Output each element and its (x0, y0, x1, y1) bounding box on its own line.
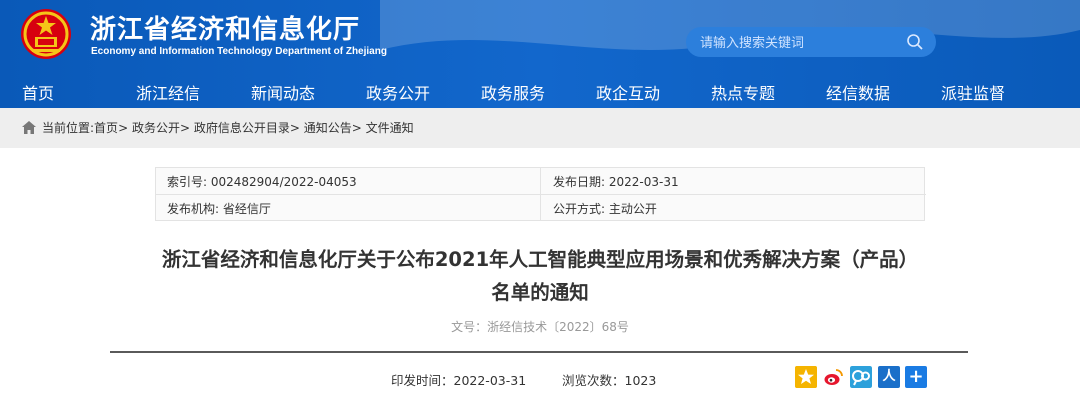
site-header: 浙江省经济和信息化厅 Economy and Information Techn… (0, 0, 1080, 108)
breadcrumb-separator: > (289, 121, 300, 135)
nav-item-government-affairs[interactable]: 政务公开 (366, 80, 430, 104)
home-icon (22, 121, 36, 134)
search-input[interactable] (698, 31, 892, 55)
main-nav: 首页 浙江经信 新闻动态 政务公开 政务服务 政企互动 热点专题 经信数据 派驻… (0, 75, 1080, 108)
breadcrumb: 当前位置:首页> 政务公开> 政府信息公开目录> 通知公告> 文件通知 (42, 119, 414, 136)
meta-publish-date: 发布日期: 2022-03-31 (553, 175, 679, 189)
meta-row: 索引号: 002482904/2022-04053 发布日期: 2022-03-… (156, 168, 926, 195)
breadcrumb-item-home[interactable]: 首页 (94, 121, 118, 135)
view-count: 浏览次数：1023 (562, 373, 657, 388)
breadcrumb-separator: > (351, 121, 362, 135)
breadcrumb-separator: > (118, 121, 129, 135)
national-emblem-icon (21, 9, 71, 59)
nav-item-hot-topics[interactable]: 热点专题 (711, 80, 775, 104)
document-title-line-2: 名单的通知 (491, 281, 589, 304)
nav-item-data[interactable]: 经信数据 (826, 80, 890, 104)
document-title-line-1: 浙江省经济和信息化厅关于公布2021年人工智能典型应用场景和优秀解决方案（产品） (161, 248, 919, 271)
meta-disclosure-method: 公开方式: 主动公开 (553, 202, 657, 216)
breadcrumb-prefix: 当前位置: (42, 121, 95, 135)
renren-icon[interactable]: 人 (878, 366, 900, 388)
divider (110, 351, 968, 353)
document-title: 浙江省经济和信息化厅关于公布2021年人工智能典型应用场景和优秀解决方案（产品）… (100, 243, 980, 309)
site-title[interactable]: 浙江省经济和信息化厅 (90, 9, 360, 46)
site-title-english: Economy and Information Technology Depar… (91, 46, 387, 57)
document-meta-table: 索引号: 002482904/2022-04053 发布日期: 2022-03-… (155, 167, 926, 221)
search-icon[interactable] (906, 33, 924, 51)
meta-row: 发布机构: 省经信厅 公开方式: 主动公开 (156, 195, 926, 221)
search-box (686, 27, 936, 57)
meta-index-number: 索引号: 002482904/2022-04053 (167, 175, 357, 189)
nav-item-supervision[interactable]: 派驻监督 (941, 80, 1005, 104)
print-time: 印发时间：2022-03-31 (391, 373, 527, 388)
more-share-icon[interactable]: + (905, 366, 927, 388)
document-number: 文号：浙经信技术〔2022〕68号 (451, 320, 629, 334)
breadcrumb-item-catalog[interactable]: 政府信息公开目录 (194, 121, 290, 135)
nav-item-zhejiang-jingxin[interactable]: 浙江经信 (136, 80, 200, 104)
weibo-icon[interactable] (822, 366, 844, 388)
breadcrumb-item-file-notices[interactable]: 文件通知 (366, 121, 414, 135)
tencent-weibo-icon[interactable] (850, 366, 872, 388)
meta-divider (540, 168, 541, 220)
breadcrumb-bar: 当前位置:首页> 政务公开> 政府信息公开目录> 通知公告> 文件通知 (0, 108, 1080, 148)
breadcrumb-item-government-affairs[interactable]: 政务公开 (132, 121, 180, 135)
nav-item-home[interactable]: 首页 (22, 80, 54, 104)
nav-item-government-services[interactable]: 政务服务 (481, 80, 545, 104)
nav-item-news[interactable]: 新闻动态 (251, 80, 315, 104)
nav-item-interaction[interactable]: 政企互动 (596, 80, 660, 104)
breadcrumb-separator: > (179, 121, 191, 135)
qzone-icon[interactable] (795, 366, 817, 388)
meta-issuer: 发布机构: 省经信厅 (167, 202, 271, 216)
breadcrumb-item-notices[interactable]: 通知公告 (304, 121, 352, 135)
